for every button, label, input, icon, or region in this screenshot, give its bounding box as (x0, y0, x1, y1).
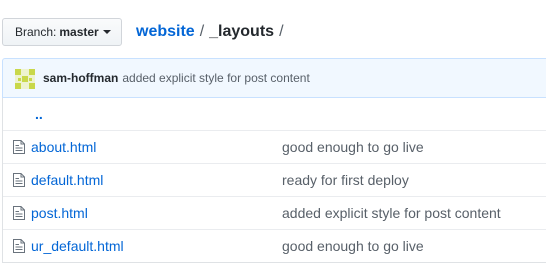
identicon-avatar-icon[interactable] (15, 69, 35, 89)
file-commit-message-link[interactable]: good enough to go live (282, 230, 424, 262)
breadcrumb-separator: / (199, 23, 205, 40)
file-icon (13, 239, 25, 253)
file-commit-message-link[interactable]: ready for first deploy (282, 164, 409, 196)
branch-label: Branch: (15, 25, 57, 39)
table-row-parent-directory: .. (3, 98, 546, 131)
breadcrumb-separator: / (279, 23, 284, 40)
breadcrumb: website / _layouts / (136, 20, 289, 44)
table-row: default.html ready for first deploy (3, 164, 546, 197)
file-table: .. about.html good enough to go live def… (2, 98, 546, 263)
file-icon (13, 173, 25, 187)
file-navigation: Branch: master website / _layouts / (0, 0, 546, 60)
file-name-link[interactable]: ur_default.html (31, 230, 124, 262)
table-row: post.html added explicit style for post … (3, 197, 546, 230)
file-icon (13, 206, 25, 220)
file-name-link[interactable]: default.html (31, 164, 103, 196)
latest-commit-text: sam-hoffman added explicit style for post… (43, 59, 310, 97)
file-icon (13, 140, 25, 154)
branch-select-button[interactable]: Branch: master (2, 18, 122, 46)
latest-commit-bar: sam-hoffman added explicit style for post… (2, 58, 546, 98)
caret-down-icon (102, 29, 111, 34)
file-commit-message-link[interactable]: added explicit style for post content (282, 197, 501, 229)
commit-message-link[interactable]: added explicit style for post content (122, 71, 309, 85)
branch-name: master (59, 25, 99, 39)
file-name-link[interactable]: post.html (31, 197, 88, 229)
table-row: about.html good enough to go live (3, 131, 546, 164)
breadcrumb-repo-link[interactable]: website (136, 23, 195, 40)
file-name-link[interactable]: about.html (31, 131, 96, 163)
parent-directory-link[interactable]: .. (35, 98, 43, 130)
commit-author-link[interactable]: sam-hoffman (43, 71, 118, 85)
breadcrumb-current-directory: _layouts (209, 23, 275, 40)
file-commit-message-link[interactable]: good enough to go live (282, 131, 424, 163)
table-row: ur_default.html good enough to go live (3, 230, 546, 263)
